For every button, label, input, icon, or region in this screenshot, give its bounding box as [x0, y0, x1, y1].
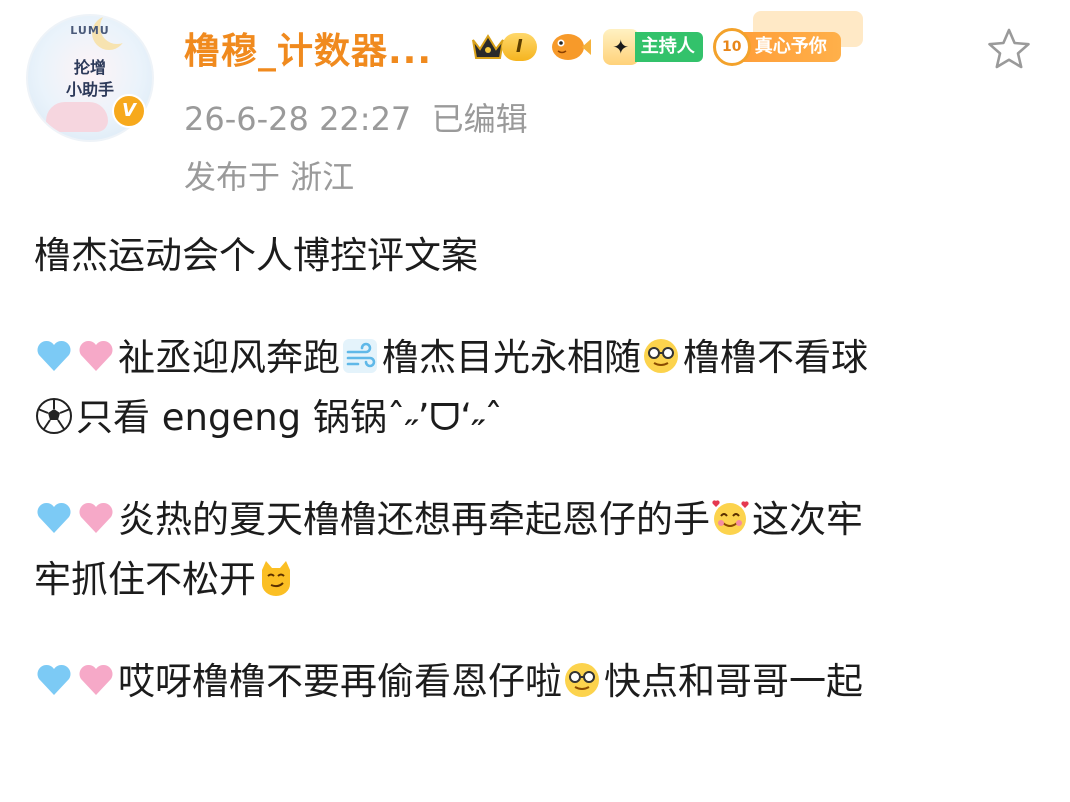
host-icon: ✦ [602, 29, 639, 65]
paragraph-3-text-a: 哎呀橹橹不要再偷看恩仔啦 [118, 660, 562, 703]
host-badge[interactable]: ✦ 主持人 [602, 29, 703, 65]
post-timestamp: 26-6-28 22:27 已编辑 [184, 94, 528, 140]
blue-heart-icon [37, 664, 71, 695]
blue-heart-icon [37, 340, 71, 371]
paragraph-1-text-a: 祉丞迎风奔跑 [118, 336, 340, 379]
fan-level: 10 [712, 28, 751, 66]
nerd-face-icon [565, 663, 599, 697]
avatar-text-line1: 抡增 [73, 58, 106, 77]
paragraph-1: 祉丞迎风奔跑 橹杰目光永相随 橹橹不看球 只看 engeng 锅锅ˆ˶’ᗜ‘˶ˆ [34, 328, 1044, 448]
fan-badge[interactable]: 10 真心予你 [712, 11, 863, 66]
user-badges: I ✦ 主持人 10 真心予你 [468, 11, 863, 72]
nerd-face-icon [644, 339, 678, 373]
paragraph-1-text-d: 只看 engeng 锅锅ˆ˶’ᗜ‘˶ˆ [76, 396, 503, 439]
pink-heart-icon [79, 664, 113, 695]
wind-icon [343, 339, 377, 373]
soccer-ball-icon [36, 398, 72, 434]
verified-badge-icon: V [112, 94, 146, 128]
fan-label: 真心予你 [742, 32, 841, 62]
paragraph-1-text-b: 橹杰目光永相随 [382, 336, 641, 379]
paragraph-2-text-b: 这次牢 [752, 498, 863, 541]
avatar-character [46, 102, 108, 132]
paragraph-2: 炎热的夏天橹橹还想再牵起恩仔的手 这次牢 牢抓住不松开 [34, 490, 1044, 610]
paragraph-2-text-a: 炎热的夏天橹橹还想再牵起恩仔的手 [118, 498, 710, 541]
pufferfish-icon [547, 27, 593, 67]
timestamp-value: 26-6-28 22:27 [184, 100, 412, 138]
host-label: 主持人 [634, 32, 703, 62]
paragraph-3: 哎呀橹橹不要再偷看恩仔啦 快点和哥哥一起 [34, 652, 1044, 712]
pink-heart-icon [79, 340, 113, 371]
edited-label: 已编辑 [431, 100, 528, 138]
smiling-hearts-face-icon [712, 500, 749, 535]
username[interactable]: 橹穆_计数器... [184, 22, 432, 74]
paragraph-2-text-c: 牢抓住不松开 [34, 558, 256, 601]
post-header: LUMU 抡增 小助手 V 橹穆_计数器... I ✦ 主持人 10 真心予你 … [0, 0, 1070, 210]
paragraph-1-text-c: 橹橹不看球 [683, 336, 868, 379]
avatar-brand: LUMU [70, 24, 110, 37]
blue-heart-icon [37, 502, 71, 533]
level-label: I [502, 33, 537, 61]
post-title: 橹杰运动会个人博控评文案 [34, 234, 478, 277]
star-outline-icon[interactable] [986, 26, 1032, 72]
post-location: 发布于 浙江 [184, 158, 355, 196]
post-content: 橹杰运动会个人博控评文案 祉丞迎风奔跑 橹杰目光永相随 橹橹不看球 只看 engen… [34, 226, 1044, 712]
pink-heart-icon [79, 502, 113, 533]
paragraph-3-text-b: 快点和哥哥一起 [604, 660, 863, 703]
smirking-cat-icon [262, 561, 290, 596]
level-badge[interactable]: I [468, 29, 537, 65]
